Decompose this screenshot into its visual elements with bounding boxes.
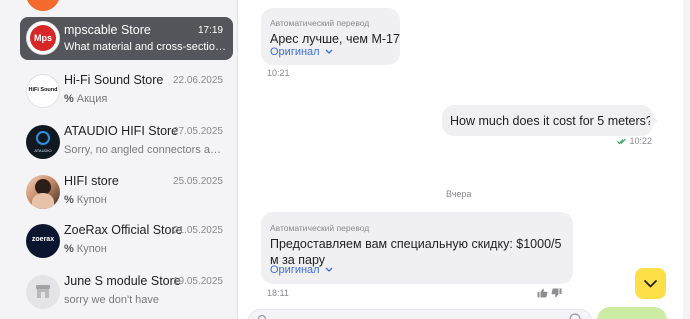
chat-list-item-june-s[interactable]: June S module Store 19.05.2025 sorry we … [20,268,233,316]
outgoing-message-bubble: How much does it cost for 5 meters? [442,105,653,136]
avatar-mpscable: Mps [26,21,60,55]
chevron-down-icon [325,267,333,273]
chat-name: Hi-Fi Sound Store [64,73,164,87]
hifi-store-avatar [26,175,60,209]
message-time: 10:21 [267,68,290,78]
message-text: How much does it cost for 5 meters? [450,114,653,128]
chat-date: 22.06.2025 [172,75,223,86]
chat-list-item-hifi-sound[interactable]: HiFi Sound Hi-Fi Sound Store 22.06.2025 … [20,67,233,115]
chat-date: 19.05.2025 [172,276,223,287]
chat-name: June S module Store [64,274,181,288]
percent-icon: % [64,93,74,105]
auto-translate-label: Автоматический перевод [270,18,370,28]
chat-preview: % Акция [64,93,108,105]
attach-icon[interactable] [257,314,267,319]
zoerax-logo: zoerax [31,236,55,243]
date-separator: Вчера [446,189,472,199]
chat-name: ZoeRax Official Store [64,223,183,237]
chat-preview: sorry we don't have [64,294,160,306]
percent-icon: % [64,194,74,206]
chat-list-item-mpscable[interactable]: Mps mpscable Store 17:19 What material a… [20,17,233,60]
chat-preview: % Купон [64,194,107,206]
send-button[interactable] [597,307,667,319]
emoji-icon[interactable] [569,313,581,319]
scroll-down-button[interactable] [635,268,666,299]
chevron-down-icon [325,49,333,55]
store-icon [36,285,50,298]
chat-preview: Sorry, no angled connectors avai... [64,144,226,156]
ataudio-logo [36,131,50,145]
message-time: 10:22 [617,136,652,146]
avatar-june-s [26,275,60,309]
avatar-zoerax: zoerax [26,224,60,258]
chat-name: ATAUDIO HIFI Store [64,124,179,138]
percent-icon: % [64,243,74,255]
chat-preview: % Купон [64,243,107,255]
thumbs-down-icon[interactable] [551,288,562,298]
chat-name: mpscable Store [64,23,151,37]
bubble-tail [650,115,658,127]
chat-name: HIFI store [64,174,119,188]
message-text: Арес лучше, чем М-17 [270,32,400,46]
chat-list-item-ataudio[interactable]: ATAUDIO ATAUDIO HIFI Store 27.05.2025 So… [20,118,233,166]
chat-list-sidebar: Mps mpscable Store 17:19 What material a… [0,0,237,319]
chat-list-item[interactable] [20,0,233,18]
incoming-message-bubble: Автоматический перевод Арес лучше, чем М… [261,8,400,65]
chat-date: 21.05.2025 [172,225,223,236]
incoming-message-bubble: Автоматический перевод Предоставляем вам… [261,212,573,284]
chat-time: 17:19 [197,25,223,36]
chat-date: 27.05.2025 [172,126,223,137]
chat-preview: What material and cross-section ... [64,41,226,53]
double-check-icon [617,138,626,145]
chat-conversation: Автоматический перевод Арес лучше, чем М… [238,0,690,319]
message-time: 18:11 [267,288,289,298]
chat-list-item-hifi-store[interactable]: HIFI store 25.05.2025 % Купон [20,168,233,216]
scrollbar[interactable] [683,0,690,319]
original-link[interactable]: Оригинал [270,46,333,58]
original-link[interactable]: Оригинал [270,264,333,276]
chat-date: 25.05.2025 [172,176,223,187]
mps-logo: Mps [30,25,56,51]
thumbs-up-icon[interactable] [537,288,548,298]
chat-list-item-zoerax[interactable]: zoerax ZoeRax Official Store 21.05.2025 … [20,217,233,265]
chevron-down-icon [644,280,657,288]
hifi-sound-logo: HiFi Sound [28,87,58,93]
message-input[interactable] [248,309,592,319]
avatar-hifi-sound: HiFi Sound [26,74,60,108]
avatar [26,0,60,11]
avatar-ataudio: ATAUDIO [26,125,60,159]
auto-translate-label: Автоматический перевод [270,223,370,233]
